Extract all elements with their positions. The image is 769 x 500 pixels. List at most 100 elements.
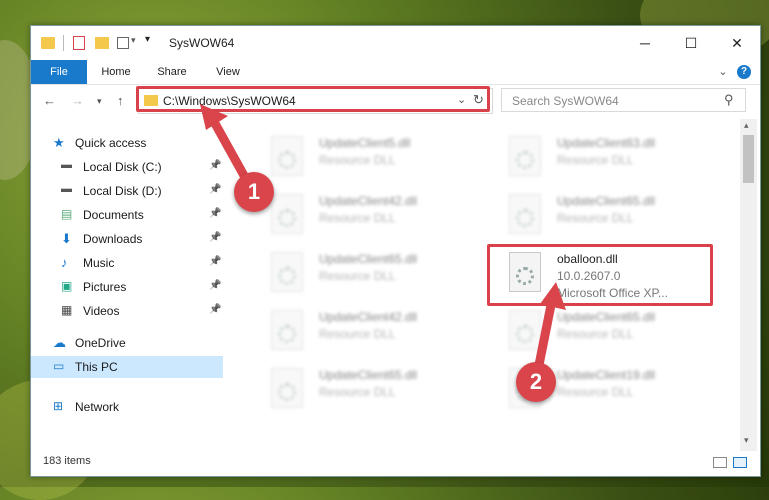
address-highlight-box xyxy=(136,86,490,112)
file-type: Resource DLL xyxy=(557,153,634,167)
search-placeholder: Search SysWOW64 xyxy=(512,94,619,108)
forward-arrow-icon[interactable]: → xyxy=(71,93,84,108)
tab-share[interactable]: Share xyxy=(149,60,195,84)
search-input[interactable]: Search SysWOW64 ⚲ xyxy=(501,88,746,112)
status-bar: 183 items xyxy=(31,451,760,475)
navigation-pane: ★ Quick access ▬ Local Disk (C:) 📌 ▬ Local Dis… xyxy=(31,124,227,444)
file-type: Resource DLL xyxy=(319,211,396,225)
file-item[interactable]: UpdateClient65.dll Resource DLL xyxy=(489,306,719,362)
file-item[interactable]: UpdateClient65.dll Resource DLL xyxy=(251,364,481,420)
ribbon: File Home Share View ⌄ ? xyxy=(31,60,760,85)
explorer-window: ▾ ▾ SysWOW64 ─ ☐ ✕ File Home Share View … xyxy=(30,25,761,477)
dll-file-icon xyxy=(509,310,541,350)
file-type: Resource DLL xyxy=(557,327,634,341)
gear-icon xyxy=(278,267,296,285)
recent-locations-icon[interactable]: ▾ xyxy=(97,96,102,107)
gear-icon xyxy=(516,151,534,169)
gear-icon xyxy=(278,383,296,401)
file-item[interactable]: UpdateClient42.dll Resource DLL xyxy=(251,306,481,362)
file-item[interactable]: UpdateClient63.dll Resource DLL xyxy=(489,132,719,188)
tab-file[interactable]: File xyxy=(31,60,87,84)
gear-icon xyxy=(278,151,296,169)
file-name: UpdateClient63.dll xyxy=(557,136,656,150)
network-icon: ⊞ xyxy=(53,399,64,413)
folder-icon xyxy=(41,37,55,49)
file-item[interactable]: UpdateClient42.dll Resource DLL xyxy=(251,190,481,246)
file-type: Resource DLL xyxy=(319,385,396,399)
pin-icon[interactable]: 📌 xyxy=(209,256,221,267)
search-icon: ⚲ xyxy=(724,92,734,107)
scrollbar-thumb[interactable] xyxy=(743,135,754,183)
details-view-icon[interactable] xyxy=(713,457,727,468)
file-name: UpdateClient42.dll xyxy=(319,194,418,208)
close-button[interactable]: ✕ xyxy=(714,26,760,60)
download-icon: ⬇ xyxy=(61,231,72,246)
dll-file-icon xyxy=(509,136,541,176)
sidebar-item-label: Local Disk (C:) xyxy=(83,160,162,174)
sidebar-item-onedrive[interactable]: ☁ OneDrive xyxy=(31,332,223,354)
pin-icon[interactable]: 📌 xyxy=(209,160,221,171)
minimize-button[interactable]: ─ xyxy=(622,26,668,60)
scroll-up-icon[interactable]: ▴ xyxy=(744,120,749,131)
documents-icon: ▤ xyxy=(61,207,73,221)
file-name: UpdateClient65.dll xyxy=(557,310,656,324)
maximize-button[interactable]: ☐ xyxy=(668,26,714,60)
file-name: UpdateClient65.dll xyxy=(319,252,418,266)
file-type: Resource DLL xyxy=(319,153,396,167)
file-type: Resource DLL xyxy=(557,211,634,225)
sidebar-item-videos[interactable]: ▦ Videos 📌 xyxy=(31,300,223,322)
file-item[interactable]: UpdateClient65.dll Resource DLL xyxy=(251,248,481,304)
tab-home[interactable]: Home xyxy=(93,60,139,84)
sidebar-item-label: This PC xyxy=(75,360,118,374)
file-item[interactable]: UpdateClient5.dll Resource DLL xyxy=(251,132,481,188)
new-folder-icon[interactable] xyxy=(95,37,109,49)
pin-icon[interactable]: 📌 xyxy=(209,304,221,315)
file-type: Resource DLL xyxy=(319,327,396,341)
sidebar-item-label: OneDrive xyxy=(75,336,126,350)
item-count: 183 items xyxy=(43,455,91,467)
sidebar-item-label: Videos xyxy=(83,304,120,318)
callout-badge-1: 1 xyxy=(234,172,274,212)
pin-icon[interactable]: 📌 xyxy=(209,280,221,291)
sidebar-item-this-pc[interactable]: ▭ This PC xyxy=(31,356,223,378)
sidebar-item-local-disk-d[interactable]: ▬ Local Disk (D:) 📌 xyxy=(31,180,223,202)
sidebar-item-quick-access[interactable]: ★ Quick access xyxy=(31,132,223,154)
dll-file-icon xyxy=(271,194,303,234)
callout-badge-2: 2 xyxy=(516,362,556,402)
sidebar-item-music[interactable]: ♪ Music 📌 xyxy=(31,252,223,274)
gear-icon xyxy=(278,325,296,343)
ribbon-expand-icon[interactable]: ⌄ xyxy=(715,60,731,84)
gear-icon xyxy=(516,209,534,227)
file-item[interactable]: UpdateClient65.dll Resource DLL xyxy=(489,190,719,246)
sidebar-item-local-disk-c[interactable]: ▬ Local Disk (C:) 📌 xyxy=(31,156,223,178)
customize-toolbar-icon[interactable]: ▾ xyxy=(145,34,150,50)
sidebar-item-label: Local Disk (D:) xyxy=(83,184,162,198)
vertical-scrollbar[interactable]: ▴ ▾ xyxy=(740,119,757,451)
pin-icon[interactable]: 📌 xyxy=(209,184,221,195)
up-arrow-icon[interactable]: ↑ xyxy=(117,93,124,108)
sidebar-item-downloads[interactable]: ⬇ Downloads 📌 xyxy=(31,228,223,250)
sidebar-item-pictures[interactable]: ▣ Pictures 📌 xyxy=(31,276,223,298)
large-icons-view-icon[interactable] xyxy=(733,457,747,468)
sidebar-item-network[interactable]: ⊞ Network xyxy=(31,396,223,418)
scroll-down-icon[interactable]: ▾ xyxy=(744,435,749,446)
computer-icon: ▭ xyxy=(53,359,65,373)
sidebar-item-documents[interactable]: ▤ Documents 📌 xyxy=(31,204,223,226)
title-bar: ▾ ▾ SysWOW64 ─ ☐ ✕ xyxy=(31,26,760,60)
sidebar-item-label: Pictures xyxy=(83,280,127,294)
file-type: Resource DLL xyxy=(319,269,396,283)
pin-icon[interactable]: 📌 xyxy=(209,232,221,243)
sidebar-item-label: Network xyxy=(75,400,120,414)
sidebar-item-label: Downloads xyxy=(83,232,143,246)
dll-file-icon xyxy=(509,194,541,234)
chevron-down-icon[interactable]: ▾ xyxy=(131,35,136,51)
pin-icon[interactable]: 📌 xyxy=(209,208,221,219)
back-arrow-icon[interactable]: ← xyxy=(43,93,56,108)
drive-icon: ▬ xyxy=(61,159,72,171)
properties-icon[interactable] xyxy=(73,36,85,50)
view-options-icon[interactable] xyxy=(117,37,129,49)
star-icon: ★ xyxy=(53,135,65,150)
gear-icon xyxy=(516,325,534,343)
tab-view[interactable]: View xyxy=(205,60,251,84)
help-icon[interactable]: ? xyxy=(737,65,751,79)
